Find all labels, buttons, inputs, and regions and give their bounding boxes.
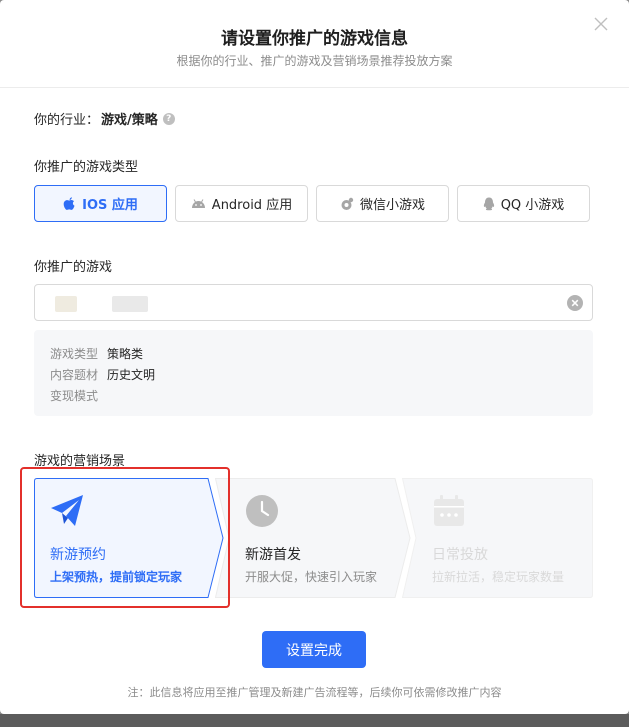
clear-circle-icon[interactable]	[567, 295, 583, 311]
scene-daily-delivery: 日常投放 拉新拉活，稳定玩家数量	[402, 478, 593, 598]
header-divider	[0, 87, 629, 88]
qq-icon	[483, 197, 494, 210]
scene-new-game-reserve[interactable]: 新游预约 上架预热，提前锁定玩家	[34, 478, 224, 598]
info-key: 游戏类型	[50, 347, 99, 361]
scene-desc: 上架预热，提前锁定玩家	[50, 570, 183, 584]
question-circle-icon[interactable]: ?	[162, 112, 175, 125]
scene-label: 游戏的营销场景	[34, 454, 126, 469]
clock-icon	[245, 494, 279, 532]
modal-subtitle: 根据你的行业、推广的游戏及营销场景推荐投放方案	[176, 54, 453, 68]
info-value: 策略类	[107, 347, 144, 361]
industry-label: 你的行业：	[34, 113, 100, 128]
android-icon	[191, 198, 205, 208]
game-type-options: IOS 应用 Android 应用 微信小游戏 QQ 小游戏	[34, 185, 590, 222]
game-select-input[interactable]	[34, 284, 593, 321]
game-info-modal: 请设置你推广的游戏信息 根据你的行业、推广的游戏及营销场景推荐投放方案 你的行业…	[0, 0, 629, 714]
info-value: 历史文明	[107, 368, 156, 382]
game-name-obscured	[112, 296, 148, 312]
industry-row: 你的行业： 游戏/策略 ?	[34, 109, 175, 128]
game-icon-obscured	[55, 296, 77, 312]
game-info-box: 游戏类型 策略类 内容题材 历史文明 变现模式	[34, 330, 593, 416]
game-type-android-label: Android 应用	[211, 198, 293, 213]
scene-name: 新游预约	[50, 547, 106, 563]
scene-options: 新游预约 上架预热，提前锁定玩家 新游首发 开服大促，快速引入玩家 日常投放 拉…	[34, 478, 593, 598]
game-type-wechat-label: 微信小游戏	[359, 198, 425, 213]
game-type-qq-label: QQ 小游戏	[500, 198, 565, 213]
scene-name: 新游首发	[245, 547, 301, 563]
modal-title: 请设置你推广的游戏信息	[221, 29, 408, 49]
scene-desc: 开服大促，快速引入玩家	[245, 570, 378, 584]
info-row-monetization: 变现模式	[50, 387, 107, 404]
apple-icon	[63, 196, 75, 210]
info-key: 内容题材	[50, 368, 99, 382]
wechat-game-icon	[341, 197, 354, 210]
scene-name: 日常投放	[432, 547, 488, 563]
game-type-ios-button[interactable]: IOS 应用	[34, 185, 167, 222]
scene-desc: 拉新拉活，稳定玩家数量	[432, 570, 565, 584]
submit-button[interactable]: 设置完成	[262, 631, 366, 668]
scene-new-game-launch[interactable]: 新游首发 开服大促，快速引入玩家	[215, 478, 411, 598]
industry-value: 游戏/策略	[101, 113, 158, 128]
footer-note: 注：此信息将应用至推广管理及新建广告流程等，后续你可依需修改推广内容	[127, 686, 502, 699]
game-type-android-button[interactable]: Android 应用	[175, 185, 308, 222]
info-row-type: 游戏类型 策略类	[50, 345, 143, 362]
game-type-wechat-button[interactable]: 微信小游戏	[316, 185, 449, 222]
info-key: 变现模式	[50, 389, 99, 403]
background-page-strip	[0, 714, 629, 727]
close-icon[interactable]	[591, 14, 611, 34]
calendar-icon	[432, 494, 466, 532]
game-type-ios-label: IOS 应用	[82, 198, 138, 213]
game-type-label: 你推广的游戏类型	[34, 160, 139, 175]
game-label: 你推广的游戏	[34, 260, 113, 275]
game-type-qq-button[interactable]: QQ 小游戏	[457, 185, 590, 222]
paper-plane-icon	[50, 494, 84, 532]
info-row-theme: 内容题材 历史文明	[50, 366, 155, 383]
